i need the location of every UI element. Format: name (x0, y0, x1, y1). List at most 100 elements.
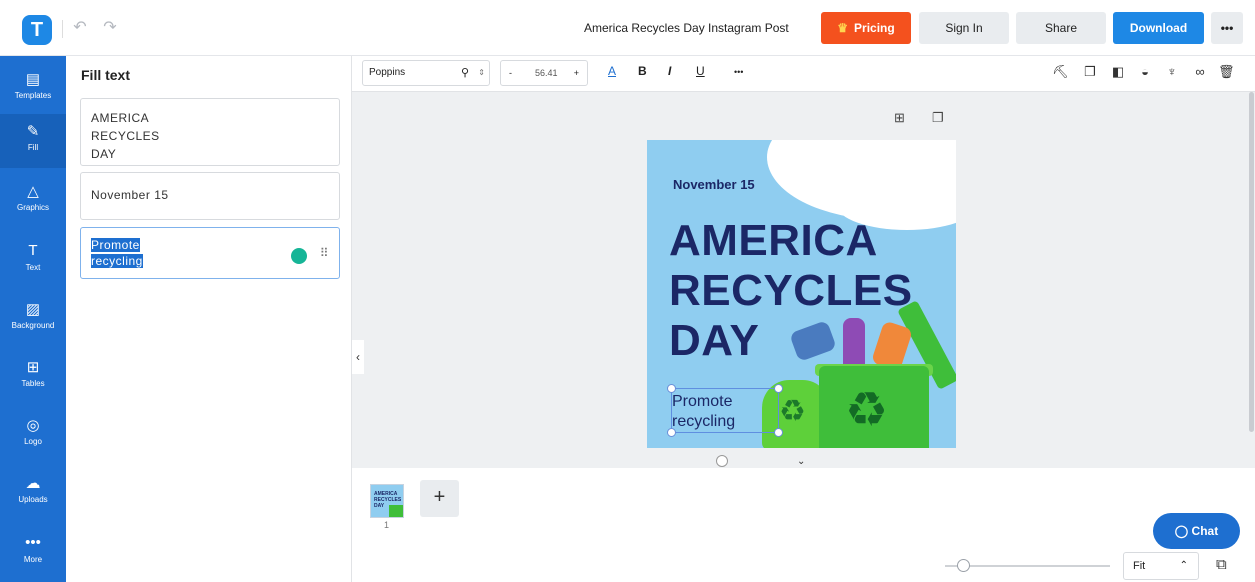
text-color-icon[interactable]: A (608, 64, 616, 78)
rail-item-background[interactable]: ▨ Background (0, 292, 66, 346)
more-icon: ••• (25, 534, 41, 551)
selected-text[interactable]: Promote recycling (91, 238, 143, 268)
align-icon[interactable]: ♆ (1164, 64, 1180, 79)
zoom-mode: Fit (1133, 560, 1146, 572)
text-icon: T (28, 242, 38, 259)
recycle-icon: ♻ (845, 384, 889, 437)
copy-icon[interactable]: ❐ (1082, 64, 1098, 80)
pricing-button[interactable]: ♛ Pricing (821, 12, 911, 44)
chat-button[interactable]: ◯ Chat (1153, 513, 1240, 549)
zoom-slider-handle[interactable] (957, 559, 970, 572)
download-button[interactable]: Download (1113, 12, 1204, 44)
panel-title: Fill text (81, 67, 131, 83)
design-title-text[interactable]: AMERICA RECYCLES DAY (669, 216, 913, 366)
pricing-label: Pricing (854, 21, 895, 35)
document-title[interactable]: America Recycles Day Instagram Post (584, 21, 789, 35)
paint-roller-icon[interactable]: ⛏ (1052, 64, 1069, 80)
page-number: 1 (384, 520, 390, 530)
thumbnail-bin (389, 505, 403, 517)
share-button[interactable]: Share (1016, 12, 1106, 44)
resize-handle[interactable] (667, 384, 676, 393)
rail-item-text[interactable]: T Text (0, 234, 66, 288)
pencil-icon: ✎ (26, 123, 40, 140)
more-options-button[interactable]: ••• (1211, 12, 1243, 44)
font-family-select[interactable]: Poppins ⚲ ⇕ (362, 60, 490, 86)
font-name: Poppins (369, 67, 406, 78)
stepper-icon[interactable]: ⇕ (478, 61, 485, 85)
selection-box[interactable] (671, 388, 779, 433)
drag-handle-icon[interactable]: ⠿ (320, 246, 329, 260)
rail-item-label: Graphics (16, 203, 49, 212)
text-field-title[interactable]: AMERICA RECYCLES DAY (80, 98, 340, 166)
underline-icon[interactable]: U (696, 64, 705, 78)
chat-label: Chat (1191, 524, 1219, 538)
decrease-size-button[interactable]: - (509, 61, 512, 85)
rail-item-label: Tables (21, 379, 45, 388)
crown-icon: ♛ (837, 21, 849, 35)
increase-size-button[interactable]: + (574, 61, 579, 85)
font-size-stepper[interactable]: - 56.41 + (500, 60, 588, 86)
rail-item-label: More (23, 555, 43, 564)
rotate-handle[interactable] (716, 455, 728, 467)
add-page-button[interactable]: + (420, 480, 459, 517)
design-canvas[interactable]: November 15 AMERICA RECYCLES DAY ♻ ♻ Pro… (647, 140, 956, 448)
table-icon: ⊞ (26, 359, 40, 376)
text-field-date[interactable]: November 15 (80, 172, 340, 220)
text-field-subtitle[interactable]: Promote recycling ⠿ (80, 227, 340, 279)
background-icon: ▨ (25, 301, 41, 318)
redo-icon[interactable]: ↷ (100, 18, 120, 38)
chevron-up-icon[interactable]: ⌃ (1180, 553, 1188, 579)
rail-item-tables[interactable]: ⊞ Tables (0, 350, 66, 404)
add-page-icon[interactable]: ⊞ (894, 110, 905, 126)
search-icon[interactable]: ⚲ (461, 61, 469, 85)
text-toolbar: Poppins ⚲ ⇕ - 56.41 + A B I U ••• ⛏ ❐ ◧ … (352, 56, 1255, 92)
trash-icon[interactable]: 🗑 (1218, 64, 1235, 80)
undo-icon[interactable]: ↶ (70, 18, 90, 38)
bold-icon[interactable]: B (638, 64, 647, 78)
scrollbar[interactable] (1249, 92, 1254, 432)
chevron-down-icon[interactable]: ⌄ (797, 456, 805, 467)
fill-text-panel: Fill text AMERICA RECYCLES DAY November … (66, 56, 352, 582)
rail-item-label: Fill (27, 143, 39, 152)
duplicate-page-icon[interactable]: ❐ (932, 110, 944, 126)
templates-icon: ▤ (25, 71, 41, 88)
italic-icon[interactable]: I (668, 64, 671, 78)
resize-handle[interactable] (774, 384, 783, 393)
rail-item-graphics[interactable]: △ Graphics (0, 174, 66, 228)
rail-item-uploads[interactable]: ☁ Uploads (0, 466, 66, 520)
pages-panel-icon[interactable]: ⧉ (1216, 556, 1227, 573)
resize-handle[interactable] (774, 428, 783, 437)
opacity-icon[interactable]: ◒ (1137, 64, 1153, 79)
design-date-text[interactable]: November 15 (673, 177, 755, 192)
sign-in-button[interactable]: Sign In (919, 12, 1009, 44)
more-text-options-icon[interactable]: ••• (734, 67, 743, 77)
logo-icon: ◎ (26, 417, 40, 434)
divider (62, 20, 63, 38)
left-rail: ▤ Templates ✎ Fill △ Graphics T Text ▨ Backgr… (0, 56, 66, 582)
font-size-value[interactable]: 56.41 (535, 61, 558, 85)
rail-item-label: Templates (14, 91, 52, 100)
chat-icon: ◯ (1174, 524, 1192, 538)
rail-item-more[interactable]: ••• More (0, 526, 66, 580)
upload-cloud-icon: ☁ (25, 475, 41, 492)
layer-icon[interactable]: ◧ (1110, 64, 1126, 80)
rail-item-label: Logo (24, 437, 42, 446)
link-icon[interactable]: ∞ (1192, 64, 1208, 79)
zoom-select[interactable]: Fit ⌃ (1123, 552, 1199, 580)
page-thumbnail[interactable]: AMERICA RECYCLES DAY (370, 484, 404, 518)
collapse-panel-button[interactable]: ‹ (352, 340, 364, 374)
rail-item-logo[interactable]: ◎ Logo (0, 408, 66, 462)
app-logo[interactable]: T (22, 15, 52, 45)
rail-item-label: Background (11, 321, 55, 330)
rail-item-label: Uploads (18, 495, 48, 504)
top-bar: T ↶ ↷ America Recycles Day Instagram Pos… (0, 0, 1255, 56)
recycle-icon: ♻ (779, 395, 806, 428)
pages-strip: AMERICA RECYCLES DAY 1 + (352, 468, 1255, 582)
rail-item-fill[interactable]: ✎ Fill (0, 114, 66, 168)
recycle-bin-graphic: ♻ (819, 366, 929, 448)
shapes-icon: △ (27, 183, 39, 200)
rail-item-templates[interactable]: ▤ Templates (0, 62, 66, 116)
grammar-check-icon[interactable] (291, 248, 307, 264)
resize-handle[interactable] (667, 428, 676, 437)
rail-item-label: Text (25, 263, 41, 272)
